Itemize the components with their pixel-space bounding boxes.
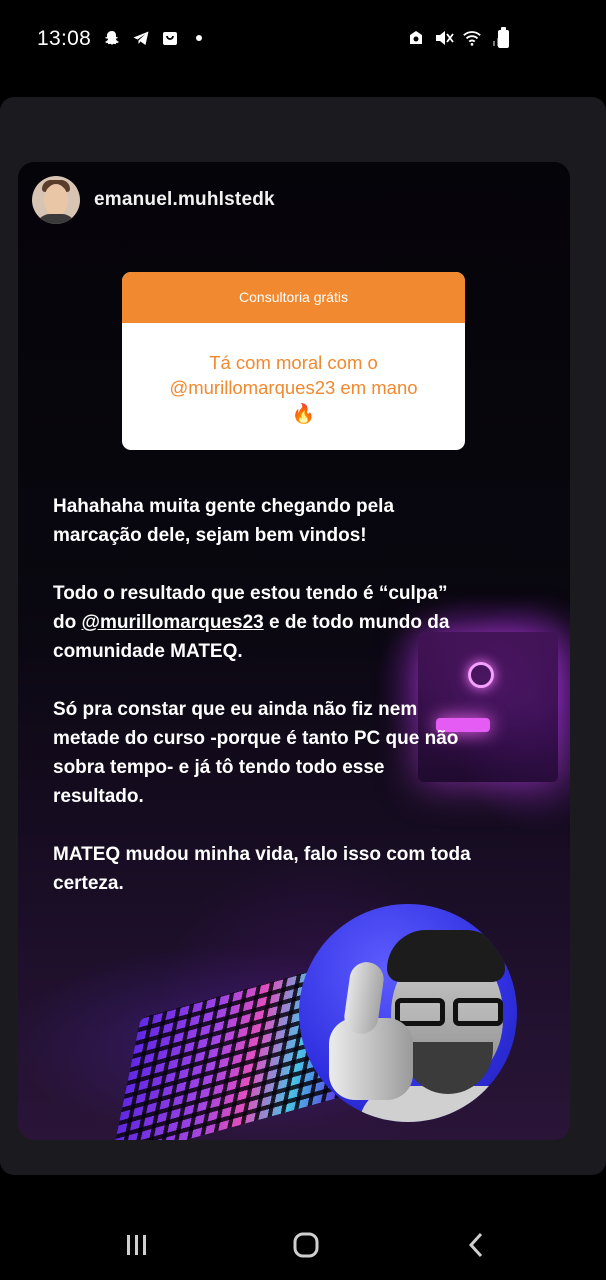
mute-icon (434, 28, 454, 48)
system-nav-bar (0, 1200, 606, 1280)
story-header[interactable]: emanuel.muhlstedk (32, 176, 275, 224)
wifi-icon (462, 28, 482, 48)
shared-story-card[interactable]: emanuel.muhlstedk Consultoria grátis Tá … (18, 162, 570, 1140)
recent-apps-icon[interactable] (117, 1230, 157, 1260)
story-username[interactable]: emanuel.muhlstedk (94, 189, 275, 211)
back-icon[interactable] (456, 1230, 496, 1260)
caption-paragraph: Só pra constar que eu ainda não fiz nem … (53, 699, 459, 807)
question-sticker: Consultoria grátis Tá com moral com o @m… (122, 272, 465, 450)
caption-paragraph: Todo o resultado que estou tendo é “culp… (53, 583, 450, 662)
status-time: 13:08 (37, 27, 92, 50)
caption-paragraph: Hahahaha muita gente chegando pela marca… (53, 496, 395, 546)
dot-icon (189, 28, 209, 48)
snapchat-icon (102, 28, 122, 48)
story-caption: Hahahaha muita gente chegando pela marca… (53, 492, 473, 927)
question-sticker-text: Tá com moral com o @murillomarques23 em … (169, 352, 418, 398)
avatar[interactable] (32, 176, 80, 224)
telegram-icon (131, 28, 151, 48)
alarm-icon (406, 28, 426, 48)
question-sticker-header: Consultoria grátis (122, 272, 465, 323)
status-bar: 13:08 (0, 0, 606, 80)
caption-paragraph: MATEQ mudou minha vida, falo isso com to… (53, 844, 471, 894)
status-right-icons (406, 28, 510, 48)
question-sticker-emojis: 😎🔥 (265, 404, 322, 425)
shopping-bag-icon (160, 28, 180, 48)
status-left-icons (102, 28, 209, 48)
battery-icon (498, 27, 509, 48)
thumbs-up-photo-sticker (299, 904, 517, 1122)
home-icon[interactable] (286, 1230, 326, 1260)
mention-link[interactable]: @murillomarques23 (82, 612, 264, 633)
